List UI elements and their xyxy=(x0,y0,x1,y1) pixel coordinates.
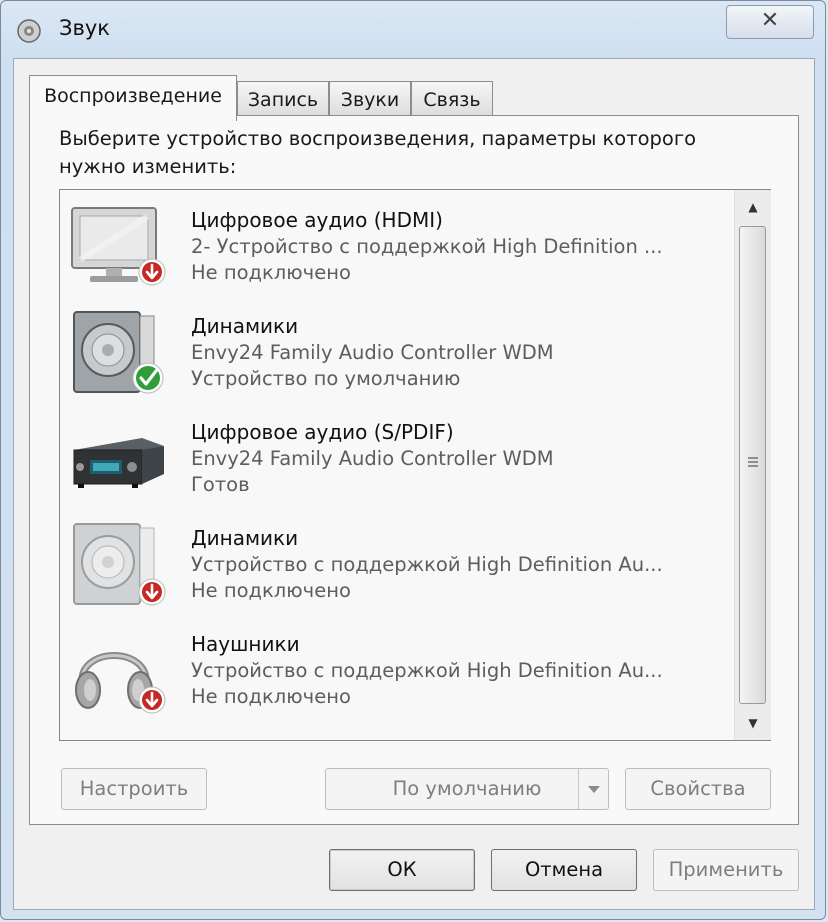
speaker-icon xyxy=(73,523,166,606)
button-label: Настроить xyxy=(79,777,189,800)
close-button[interactable]: ✕ xyxy=(726,5,814,39)
device-item[interactable]: Цифровое аудио (S/PDIF) Envy24 Family Au… xyxy=(60,402,734,508)
device-description: Устройство с поддержкой High Definition … xyxy=(191,659,663,682)
cancel-button[interactable]: Отмена xyxy=(491,849,637,891)
ok-button[interactable]: ОК xyxy=(329,849,475,891)
button-label: ОК xyxy=(387,858,417,881)
default-check-icon xyxy=(132,362,164,394)
device-name: Динамики xyxy=(191,314,299,338)
properties-button[interactable]: Свойства xyxy=(625,768,771,810)
headphones-icon xyxy=(75,652,166,714)
device-name: Динамики xyxy=(191,526,299,550)
button-label: Применить xyxy=(668,858,784,881)
device-item[interactable]: Динамики Устройство с поддержкой High De… xyxy=(60,508,734,614)
device-item[interactable]: Цифровое аудио (HDMI) 2- Устройство с по… xyxy=(60,190,734,296)
device-name: Цифровое аудио (S/PDIF) xyxy=(191,420,454,444)
device-status: Устройство по умолчанию xyxy=(191,367,461,390)
speaker-icon xyxy=(73,311,164,394)
grip-icon xyxy=(748,457,758,467)
close-icon: ✕ xyxy=(760,8,780,33)
device-status: Готов xyxy=(191,473,250,496)
receiver-icon xyxy=(73,438,164,488)
device-description: Envy24 Family Audio Controller WDM xyxy=(191,447,554,470)
scroll-down-icon[interactable]: ▼ xyxy=(735,708,771,738)
button-label: Отмена xyxy=(524,858,604,881)
tab-label: Связь xyxy=(423,89,481,111)
device-status: Не подключено xyxy=(191,579,351,602)
sound-dialog-window: Звук ✕ Воспроизведение Запись Звуки Связ… xyxy=(0,0,826,920)
tab-sounds[interactable]: Звуки xyxy=(329,81,411,117)
device-list[interactable]: Цифровое аудио (HDMI) 2- Устройство с по… xyxy=(59,189,771,741)
tab-label: Запись xyxy=(247,89,319,111)
apply-button[interactable]: Применить xyxy=(653,849,799,891)
device-description: Envy24 Family Audio Controller WDM xyxy=(191,341,554,364)
device-status: Не подключено xyxy=(191,685,351,708)
disconnected-badge-icon xyxy=(138,686,166,714)
device-item[interactable]: Динамики Envy24 Family Audio Controller … xyxy=(60,296,734,402)
dropdown-arrow-icon[interactable] xyxy=(578,769,608,809)
vertical-scrollbar[interactable]: ▲ ▼ xyxy=(734,190,771,740)
tab-recording[interactable]: Запись xyxy=(237,81,329,117)
window-title: Звук xyxy=(59,16,110,40)
configure-button[interactable]: Настроить xyxy=(61,768,207,810)
disconnected-badge-icon xyxy=(138,258,166,286)
device-name: Наушники xyxy=(191,632,300,656)
chevron-down-icon xyxy=(587,786,600,793)
monitor-icon xyxy=(71,207,166,286)
device-status: Не подключено xyxy=(191,261,351,284)
title-bar[interactable]: Звук ✕ xyxy=(1,1,825,59)
tab-label: Воспроизведение xyxy=(44,85,222,107)
disconnected-badge-icon xyxy=(138,578,166,606)
device-description: 2- Устройство с поддержкой High Definiti… xyxy=(191,235,663,258)
button-label: Свойства xyxy=(650,777,746,800)
device-name: Цифровое аудио (HDMI) xyxy=(191,208,443,232)
tab-label: Звуки xyxy=(340,89,400,111)
tab-communications[interactable]: Связь xyxy=(411,81,493,117)
button-label: По умолчанию xyxy=(392,777,542,800)
device-item[interactable]: Наушники Устройство с поддержкой High De… xyxy=(60,614,734,720)
scroll-thumb[interactable] xyxy=(739,226,766,704)
device-description: Устройство с поддержкой High Definition … xyxy=(191,553,663,576)
speaker-app-icon xyxy=(17,19,41,43)
scroll-up-icon[interactable]: ▲ xyxy=(735,192,771,222)
instruction-text: Выберите устройство воспроизведения, пар… xyxy=(59,127,697,178)
set-default-button[interactable]: По умолчанию xyxy=(325,768,609,810)
tab-playback[interactable]: Воспроизведение xyxy=(29,75,237,121)
